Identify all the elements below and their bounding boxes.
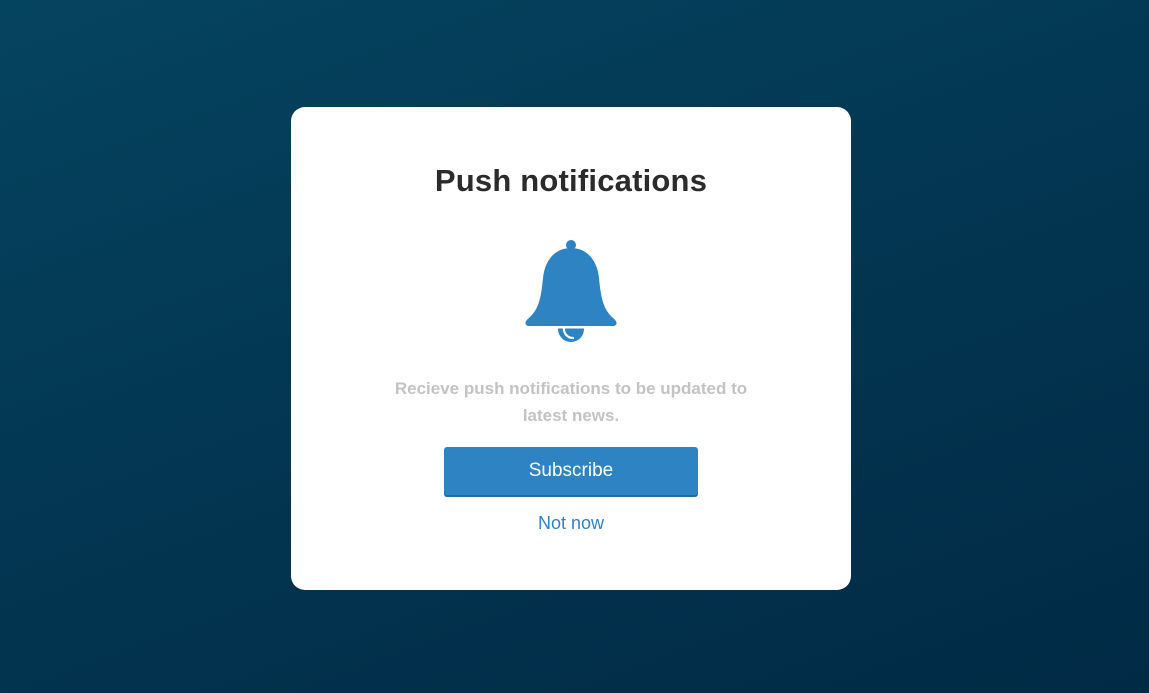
dialog-title: Push notifications [434, 163, 708, 198]
not-now-link[interactable]: Not now [291, 511, 851, 535]
push-notifications-dialog: Push notifications Recieve push notifica… [291, 107, 851, 590]
bell-icon [523, 240, 619, 344]
subscribe-button[interactable]: Subscribe [444, 447, 698, 495]
page-background: { "dialog": { "title": "Push notificatio… [0, 0, 1149, 693]
dialog-message: Recieve push notifications to be updated… [394, 379, 748, 425]
